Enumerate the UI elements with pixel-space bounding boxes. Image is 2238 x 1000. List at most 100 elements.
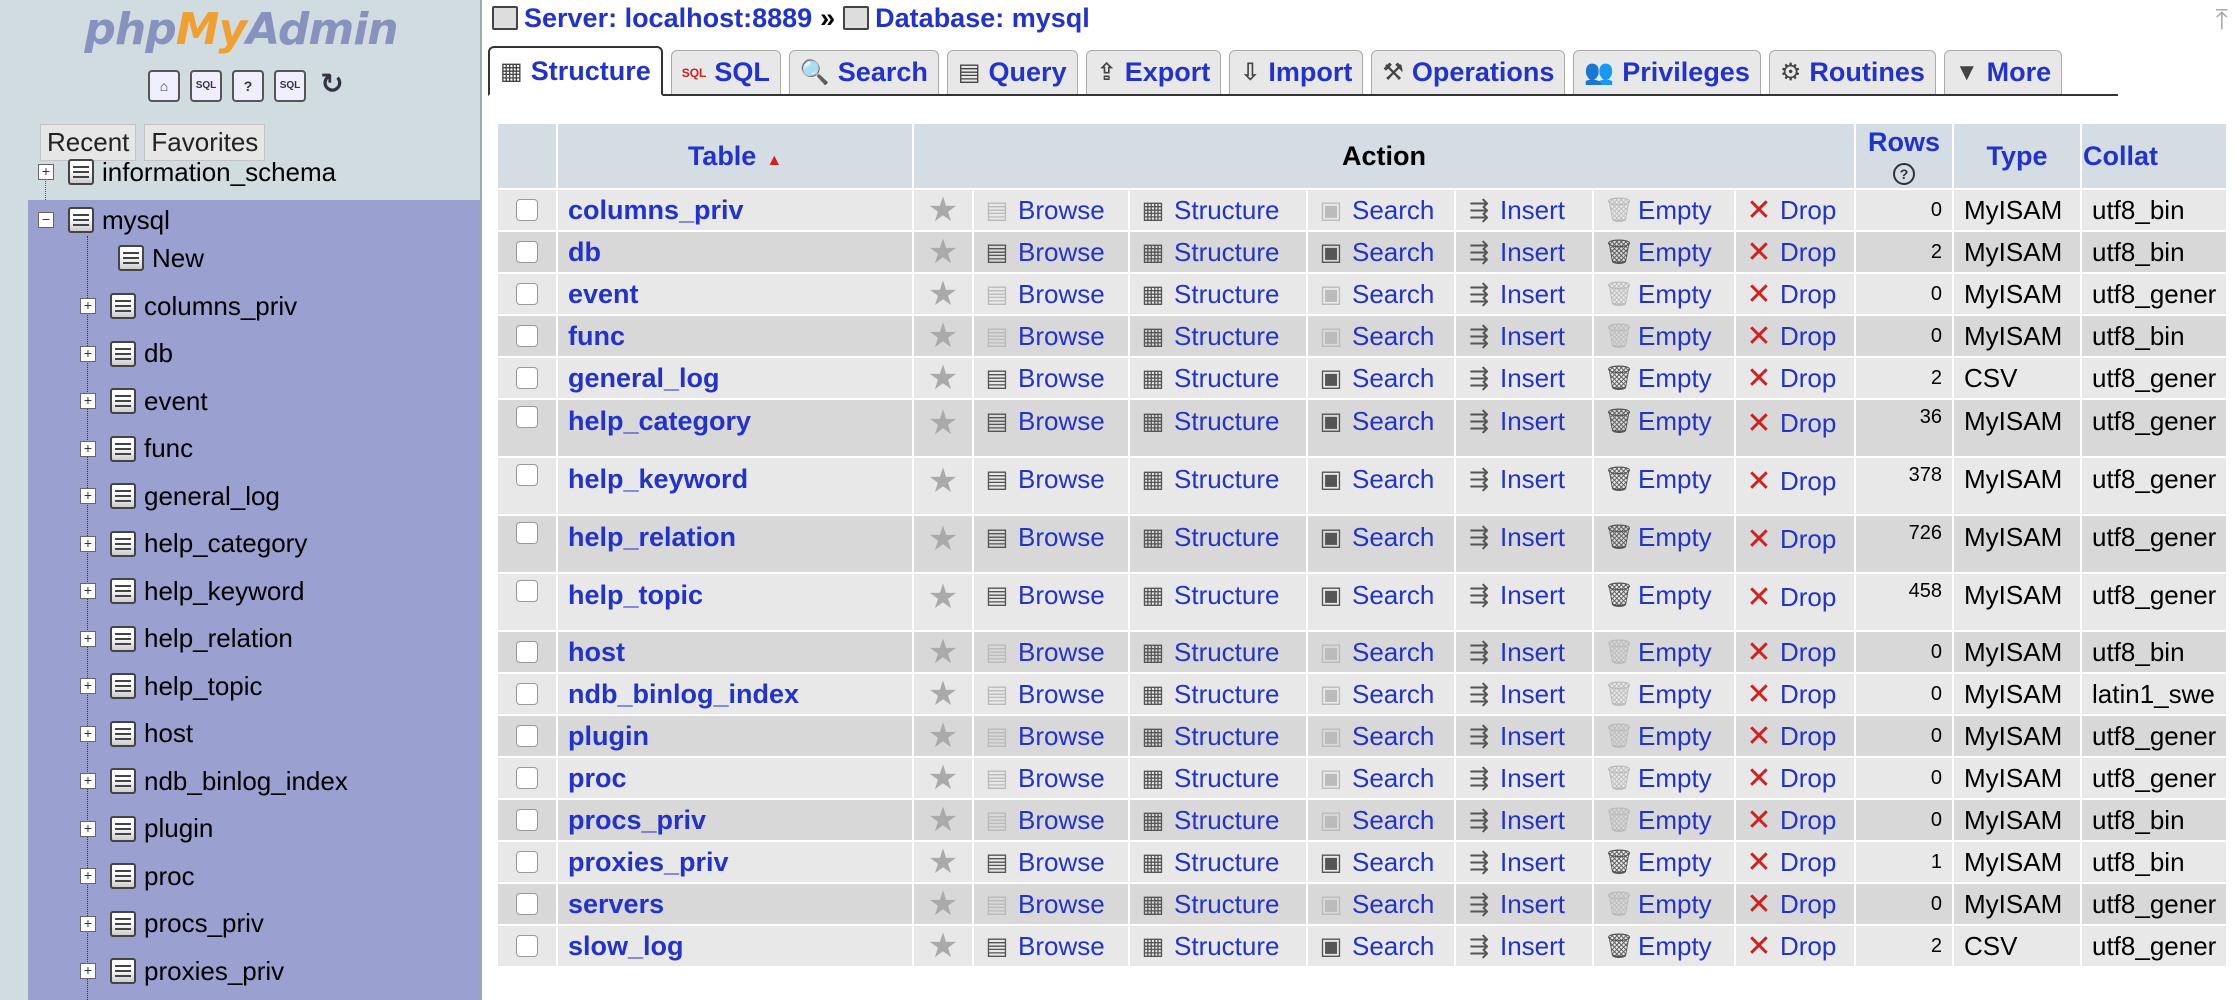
favorite-star-icon[interactable]: ★: [924, 887, 962, 921]
row-checkbox[interactable]: [516, 851, 538, 873]
browse-link[interactable]: ▤ Browse: [984, 195, 1118, 226]
tree-table-item[interactable]: + help_category: [80, 522, 307, 566]
browse-link[interactable]: ▤ Browse: [984, 679, 1118, 710]
drop-link[interactable]: ✕ Drop: [1746, 193, 1844, 228]
drop-link[interactable]: ✕ Drop: [1746, 929, 1844, 964]
search-link[interactable]: ▣ Search: [1318, 847, 1444, 878]
tree-table-item[interactable]: + help_keyword: [80, 569, 304, 613]
search-link[interactable]: ▣ Search: [1318, 321, 1444, 352]
table-name-link[interactable]: db: [568, 237, 601, 267]
table-name-link[interactable]: help_relation: [568, 522, 736, 552]
empty-link[interactable]: 🗑 Empty: [1604, 195, 1724, 226]
expand-icon[interactable]: +: [80, 868, 96, 884]
empty-link[interactable]: 🗑 Empty: [1604, 847, 1724, 878]
table-name-link[interactable]: event: [568, 279, 639, 309]
tree-table-item[interactable]: + proxies_priv: [80, 949, 284, 993]
row-checkbox[interactable]: [516, 641, 538, 663]
tree-table-item[interactable]: + plugin: [80, 807, 213, 851]
table-name-link[interactable]: proxies_priv: [568, 847, 729, 877]
insert-link[interactable]: ⇶ Insert: [1466, 763, 1582, 794]
empty-link[interactable]: 🗑 Empty: [1604, 363, 1724, 394]
structure-link[interactable]: ▦ Structure: [1140, 889, 1296, 920]
search-link[interactable]: ▣ Search: [1318, 464, 1444, 495]
empty-link[interactable]: 🗑 Empty: [1604, 637, 1724, 668]
favorite-star-icon[interactable]: ★: [924, 677, 962, 711]
row-checkbox[interactable]: [516, 325, 538, 347]
drop-link[interactable]: ✕ Drop: [1746, 522, 1844, 557]
search-link[interactable]: ▣ Search: [1318, 279, 1444, 310]
empty-link[interactable]: 🗑 Empty: [1604, 763, 1724, 794]
structure-link[interactable]: ▦ Structure: [1140, 464, 1296, 495]
structure-link[interactable]: ▦ Structure: [1140, 679, 1296, 710]
expand-icon[interactable]: +: [80, 820, 96, 837]
tree-table-item[interactable]: + help_topic: [80, 664, 263, 708]
favorite-star-icon[interactable]: ★: [924, 235, 962, 269]
insert-link[interactable]: ⇶ Insert: [1466, 321, 1582, 352]
tab-structure[interactable]: ▦ Structure: [488, 46, 663, 96]
search-link[interactable]: ▣ Search: [1318, 406, 1444, 437]
table-name-link[interactable]: help_keyword: [568, 464, 748, 494]
empty-link[interactable]: 🗑 Empty: [1604, 406, 1724, 437]
search-link[interactable]: ▣ Search: [1318, 889, 1444, 920]
favorite-star-icon[interactable]: ★: [924, 361, 962, 395]
drop-link[interactable]: ✕ Drop: [1746, 635, 1844, 670]
insert-link[interactable]: ⇶ Insert: [1466, 237, 1582, 268]
rows-column-header[interactable]: Rows?: [1856, 124, 1952, 188]
expand-icon[interactable]: +: [80, 583, 96, 599]
tree-table-item[interactable]: + db: [80, 332, 173, 376]
insert-link[interactable]: ⇶ Insert: [1466, 637, 1582, 668]
row-checkbox[interactable]: [516, 725, 538, 747]
home-icon[interactable]: ⌂: [148, 70, 180, 102]
row-checkbox[interactable]: [516, 283, 538, 305]
table-name-link[interactable]: procs_priv: [568, 805, 706, 835]
row-checkbox[interactable]: [516, 580, 538, 602]
help-icon[interactable]: ?: [1893, 162, 1915, 185]
browse-link[interactable]: ▤ Browse: [984, 637, 1118, 668]
expand-icon[interactable]: +: [80, 678, 96, 694]
favorite-star-icon[interactable]: ★: [924, 803, 962, 837]
expand-icon[interactable]: +: [80, 725, 96, 742]
drop-link[interactable]: ✕ Drop: [1746, 580, 1844, 615]
tree-table-item[interactable]: + proc: [80, 854, 195, 898]
tab-search[interactable]: 🔍 Search: [788, 50, 939, 94]
tab-sql[interactable]: SQL SQL: [670, 50, 781, 94]
insert-link[interactable]: ⇶ Insert: [1466, 931, 1582, 962]
expand-icon[interactable]: +: [80, 298, 96, 314]
table-name-link[interactable]: ndb_binlog_index: [568, 679, 799, 709]
browse-link[interactable]: ▤ Browse: [984, 279, 1118, 310]
expand-icon[interactable]: +: [80, 535, 96, 552]
collation-column-header[interactable]: Collat: [2082, 124, 2227, 188]
expand-icon[interactable]: +: [80, 963, 96, 979]
structure-link[interactable]: ▦ Structure: [1140, 805, 1296, 836]
search-link[interactable]: ▣ Search: [1318, 805, 1444, 836]
table-name-link[interactable]: host: [568, 637, 625, 667]
insert-link[interactable]: ⇶ Insert: [1466, 721, 1582, 752]
tab-export[interactable]: ⇪ Export: [1085, 50, 1222, 94]
browse-link[interactable]: ▤ Browse: [984, 464, 1118, 495]
row-checkbox[interactable]: [516, 767, 538, 789]
empty-link[interactable]: 🗑 Empty: [1604, 464, 1724, 495]
structure-link[interactable]: ▦ Structure: [1140, 406, 1296, 437]
tab-more[interactable]: ▼ More: [1943, 50, 2063, 94]
insert-link[interactable]: ⇶ Insert: [1466, 805, 1582, 836]
browse-link[interactable]: ▤ Browse: [984, 931, 1118, 962]
favorite-star-icon[interactable]: ★: [924, 193, 962, 227]
insert-link[interactable]: ⇶ Insert: [1466, 406, 1582, 437]
search-link[interactable]: ▣ Search: [1318, 679, 1444, 710]
insert-link[interactable]: ⇶ Insert: [1466, 464, 1582, 495]
tab-privileges[interactable]: 👥 Privileges: [1573, 50, 1761, 94]
tree-table-item[interactable]: + general_log: [80, 474, 280, 518]
expand-icon[interactable]: +: [80, 345, 96, 362]
structure-link[interactable]: ▦ Structure: [1140, 522, 1296, 553]
search-link[interactable]: ▣ Search: [1318, 522, 1444, 553]
browse-link[interactable]: ▤ Browse: [984, 237, 1118, 268]
structure-link[interactable]: ▦ Structure: [1140, 237, 1296, 268]
tab-routines[interactable]: ⚙ Routines: [1768, 50, 1936, 94]
search-link[interactable]: ▣ Search: [1318, 363, 1444, 394]
drop-link[interactable]: ✕ Drop: [1746, 464, 1844, 499]
expand-icon[interactable]: +: [80, 915, 96, 932]
structure-link[interactable]: ▦ Structure: [1140, 721, 1296, 752]
empty-link[interactable]: 🗑 Empty: [1604, 279, 1724, 310]
browse-link[interactable]: ▤ Browse: [984, 763, 1118, 794]
scroll-top-icon[interactable]: ⤒: [2216, 4, 2228, 37]
